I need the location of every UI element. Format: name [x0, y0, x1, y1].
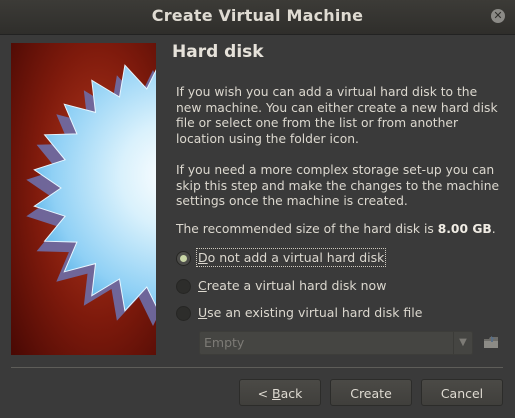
cancel-button[interactable]: Cancel — [421, 379, 503, 406]
title-bar: Create Virtual Machine ✕ — [0, 0, 515, 35]
wizard-banner — [11, 43, 156, 355]
separator — [11, 367, 503, 368]
page-heading: Hard disk — [172, 42, 264, 62]
radio-button[interactable] — [176, 279, 191, 294]
radio-label[interactable]: Create a virtual hard disk now — [198, 278, 386, 293]
starburst-illustration — [11, 43, 156, 355]
chevron-down-icon[interactable]: ▼ — [453, 332, 472, 354]
disk-file-select[interactable]: Empty ▼ — [199, 331, 473, 355]
folder-icon[interactable] — [482, 333, 500, 351]
radio-label[interactable]: Do not add a virtual hard disk — [195, 248, 387, 267]
radio-label[interactable]: Use an existing virtual hard disk file — [198, 305, 422, 320]
disk-file-select-value: Empty — [204, 335, 245, 350]
recommended-size-text: The recommended size of the hard disk is… — [176, 222, 501, 238]
storage-paragraph: If you need a more complex storage set-u… — [176, 163, 500, 208]
radio-button[interactable] — [176, 306, 191, 321]
radio-button-checked[interactable] — [176, 251, 191, 266]
recommended-prefix: The recommended size of the hard disk is — [176, 222, 438, 236]
window-title: Create Virtual Machine — [151, 6, 364, 25]
back-button[interactable]: < Back — [239, 379, 321, 406]
recommended-suffix: . — [491, 222, 496, 236]
recommended-size-value: 8.00 GB — [437, 222, 492, 236]
close-icon[interactable]: ✕ — [491, 9, 505, 23]
intro-paragraph: If you wish you can add a virtual hard d… — [176, 85, 498, 146]
create-button[interactable]: Create — [330, 379, 412, 406]
